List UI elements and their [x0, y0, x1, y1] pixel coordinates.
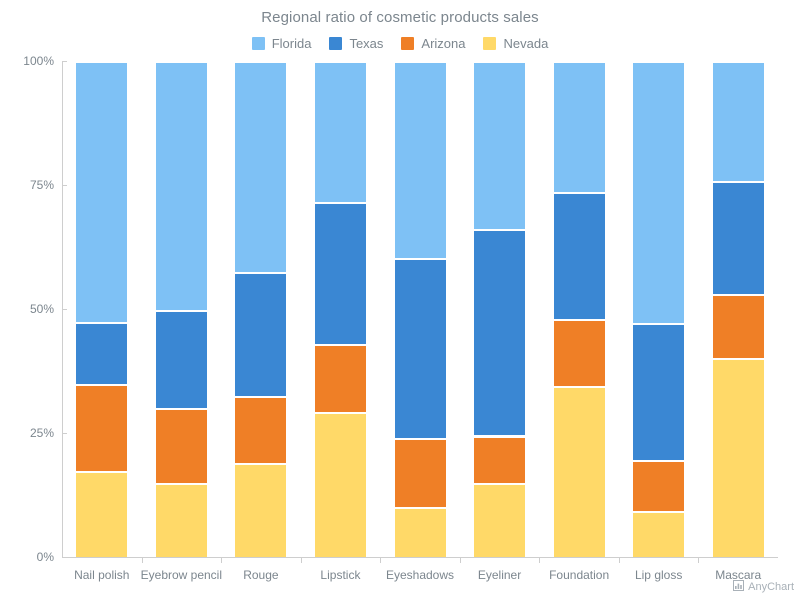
bar-segment-texas[interactable]: [633, 324, 685, 460]
x-axis-tick-mark: [141, 557, 143, 563]
bar-segment-arizona[interactable]: [712, 296, 764, 359]
bar-segment-nevada[interactable]: [474, 484, 526, 557]
x-axis-tick-mark: [221, 557, 223, 563]
bar-segment-florida[interactable]: [314, 63, 366, 202]
y-axis-tick-label: 75%: [29, 178, 54, 192]
bar-segment-texas[interactable]: [394, 259, 446, 438]
bar-segment-texas[interactable]: [76, 324, 128, 384]
x-axis-tick-label: Lipstick: [320, 568, 361, 582]
bar-stack: [474, 61, 526, 557]
x-axis-tick-mark: [380, 557, 382, 563]
x-axis-tick-label: Nail polish: [74, 568, 130, 582]
bar-segment-arizona[interactable]: [474, 437, 526, 483]
bar-segment-nevada[interactable]: [235, 465, 287, 557]
legend-item-arizona[interactable]: Arizona: [401, 36, 465, 51]
bar-segment-arizona[interactable]: [394, 439, 446, 507]
x-axis-tick-mark: [300, 557, 302, 563]
bar-segment-florida[interactable]: [394, 63, 446, 258]
bar-chart-icon: [733, 578, 745, 596]
y-axis-tick-mark: [62, 557, 67, 558]
chart-container: Regional ratio of cosmetic products sale…: [0, 0, 800, 600]
bar-segment-texas[interactable]: [235, 273, 287, 396]
y-axis-tick-label: 0%: [36, 550, 54, 564]
x-axis-tick-label: Rouge: [243, 568, 279, 582]
bar-segment-florida[interactable]: [633, 63, 685, 323]
bar-stack: [235, 61, 287, 557]
bar-segment-florida[interactable]: [474, 63, 526, 230]
anychart-watermark[interactable]: AnyChart: [733, 578, 794, 596]
bar-segment-florida[interactable]: [76, 63, 128, 323]
legend-item-texas[interactable]: Texas: [329, 36, 383, 51]
bar-segment-arizona[interactable]: [553, 321, 605, 386]
bar-segment-texas[interactable]: [155, 312, 207, 409]
bar-segment-nevada[interactable]: [314, 413, 366, 557]
y-axis-tick: 25%: [29, 426, 67, 440]
y-axis-tick-mark: [62, 433, 67, 434]
bar-stack: [76, 61, 128, 557]
y-axis-tick: 50%: [29, 302, 67, 316]
bar-segment-florida[interactable]: [235, 63, 287, 272]
bar-segment-arizona[interactable]: [633, 461, 685, 511]
legend-swatch-arizona: [401, 37, 415, 50]
legend-label: Arizona: [421, 36, 466, 51]
bar-segment-nevada[interactable]: [553, 387, 605, 557]
bar-segment-nevada[interactable]: [155, 485, 207, 557]
bar-segment-nevada[interactable]: [394, 508, 446, 557]
x-axis-tick-mark: [459, 557, 461, 563]
x-axis-line: [62, 557, 778, 558]
bar-stack: [314, 61, 366, 557]
x-axis-tick-mark: [698, 557, 700, 563]
bar-segment-nevada[interactable]: [712, 360, 764, 557]
bar-segment-arizona[interactable]: [155, 410, 207, 484]
y-axis-tick-mark: [62, 309, 67, 310]
bar-segment-texas[interactable]: [314, 203, 366, 344]
bar-segment-florida[interactable]: [712, 63, 764, 182]
x-axis-tick-mark: [539, 557, 541, 563]
bar-segment-nevada[interactable]: [633, 512, 685, 557]
legend-item-nevada[interactable]: Nevada: [483, 36, 548, 51]
x-axis-tick-label: Eyeliner: [477, 568, 522, 582]
bar-segment-arizona[interactable]: [314, 345, 366, 412]
bar-stack: [155, 61, 207, 557]
y-axis-tick: 75%: [29, 178, 67, 192]
y-axis-tick-label: 100%: [23, 54, 54, 68]
legend-swatch-nevada: [483, 37, 497, 50]
watermark-label: AnyChart: [748, 581, 794, 593]
plot-area: 0% 25% 50% 75% 100% Nail polish Eyebrow pencil…: [23, 54, 778, 582]
bar-segment-texas[interactable]: [553, 193, 605, 320]
bar-stack: [553, 61, 605, 557]
legend-label: Texas: [349, 36, 384, 51]
y-axis-tick-mark: [62, 185, 67, 186]
bar-segment-arizona[interactable]: [76, 385, 128, 472]
x-axis-tick-mark: [618, 557, 620, 563]
chart-title: Regional ratio of cosmetic products sale…: [261, 9, 539, 26]
bar-stack: [394, 61, 446, 557]
bar-segment-florida[interactable]: [553, 63, 605, 192]
x-axis-tick-label: Foundation: [549, 568, 610, 582]
legend-label: Florida: [271, 36, 312, 51]
bar-stack: [633, 61, 685, 557]
x-axis-tick-label: Eyebrow pencil: [140, 568, 223, 582]
legend-item-florida[interactable]: Florida: [251, 36, 312, 51]
chart-legend: Florida Texas Arizona Nevada: [0, 36, 800, 51]
y-axis-tick-label: 50%: [29, 302, 54, 316]
legend-label: Nevada: [503, 36, 549, 51]
bar-stack: [712, 61, 764, 557]
legend-swatch-florida: [251, 37, 265, 50]
x-axis-tick-label: Lip gloss: [634, 568, 683, 582]
y-axis-tick: 100%: [23, 54, 67, 68]
bar-segment-texas[interactable]: [712, 183, 764, 295]
bar-segment-texas[interactable]: [474, 231, 526, 436]
y-axis-tick: 0%: [36, 550, 67, 564]
y-axis-tick-label: 25%: [29, 426, 54, 440]
bar-segment-florida[interactable]: [155, 63, 207, 310]
bar-segment-nevada[interactable]: [76, 473, 128, 557]
legend-swatch-texas: [329, 37, 343, 50]
bar-segment-arizona[interactable]: [235, 397, 287, 464]
x-axis-tick-label: Eyeshadows: [385, 568, 455, 582]
y-axis-tick-mark: [62, 61, 67, 62]
